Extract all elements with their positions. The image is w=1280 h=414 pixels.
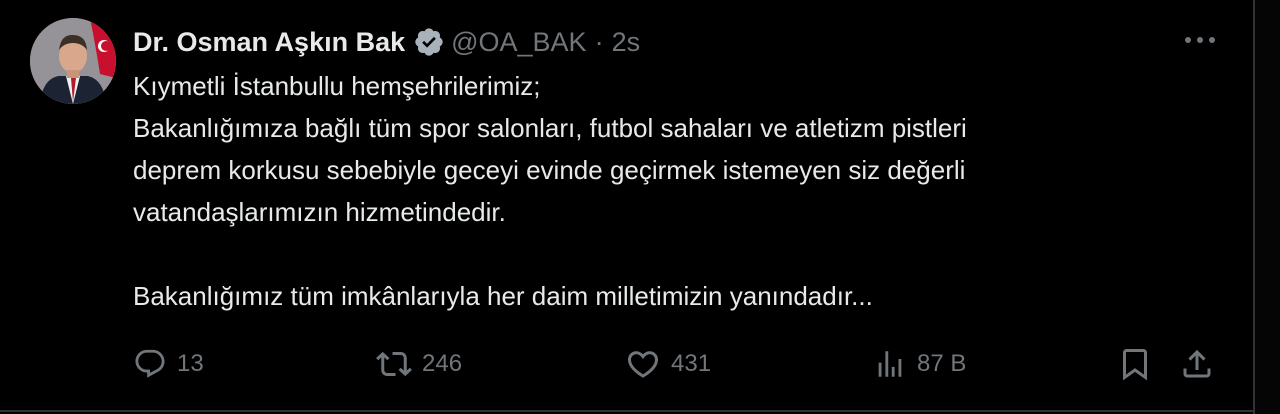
like-button[interactable]: 431 — [625, 342, 711, 386]
repost-count: 246 — [422, 350, 463, 377]
like-count: 431 — [671, 350, 712, 377]
views-button[interactable]: 87 B — [873, 342, 966, 386]
tweet-closing-line: Bakanlığımız tüm imkânlarıyla her daim m… — [133, 281, 873, 311]
heart-icon — [627, 351, 659, 378]
user-handle[interactable]: @OA_BAK — [451, 27, 586, 58]
tweet-line: deprem korkusu sebebiyle geceyi evinde g… — [133, 155, 966, 185]
reply-count: 13 — [177, 350, 204, 377]
tweet-line: vatandaşlarımızın hizmetindedir. — [133, 197, 506, 227]
avatar-image — [30, 18, 116, 104]
separator-dot: · — [594, 26, 604, 57]
avatar[interactable] — [30, 18, 116, 104]
share-icon — [1183, 349, 1211, 378]
bookmark-button[interactable] — [1117, 342, 1153, 386]
reply-button[interactable]: 13 — [133, 342, 204, 386]
views-icon — [878, 351, 902, 377]
right-gutter — [1255, 0, 1280, 414]
tweet-line: Bakanlığımıza bağlı tüm spor salonları, … — [133, 113, 967, 143]
tweet-line: Kıymetli İstanbullu hemşehrilerimiz; — [133, 71, 541, 101]
verified-badge-icon — [413, 26, 445, 58]
tweet-text: Kıymetli İstanbullu hemşehrilerimiz; Bak… — [133, 65, 1233, 317]
share-button[interactable] — [1179, 342, 1215, 386]
action-bar: 13 246 431 87 B — [133, 342, 1223, 386]
reply-icon — [135, 349, 165, 378]
tweet-header: Dr. Osman Aşkın Bak @OA_BAK · 2s — [133, 22, 640, 62]
more-icon[interactable] — [1178, 28, 1222, 52]
timestamp[interactable]: 2s — [612, 27, 641, 58]
tweet-card[interactable]: Dr. Osman Aşkın Bak @OA_BAK · 2s Kıymetl… — [0, 0, 1252, 414]
tweet-divider — [0, 410, 1253, 412]
views-count: 87 B — [917, 350, 967, 377]
display-name[interactable]: Dr. Osman Aşkın Bak — [133, 27, 405, 58]
bookmark-icon — [1123, 349, 1147, 381]
repost-button[interactable]: 246 — [376, 342, 462, 386]
repost-icon — [376, 351, 412, 377]
